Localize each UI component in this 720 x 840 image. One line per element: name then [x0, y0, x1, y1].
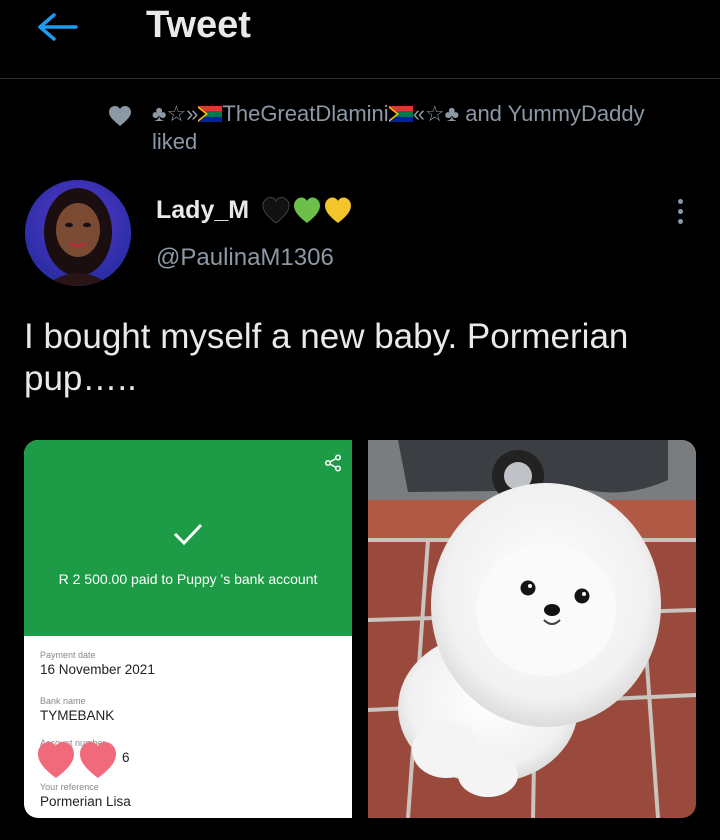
liked-label: liked: [152, 129, 198, 154]
top-bar: Tweet: [0, 0, 720, 79]
tweet-text: I bought myself a new baby. Pormerian pu…: [24, 317, 629, 398]
author-name[interactable]: Lady_M: [156, 196, 249, 225]
reference-value: Pormerian Lisa: [40, 794, 131, 809]
bank-name-value: TYMEBANK: [40, 708, 115, 723]
reference-field: Your reference Pormerian Lisa: [40, 782, 340, 809]
puppy-photo[interactable]: [368, 440, 696, 818]
receipt-image[interactable]: R 2 500.00 paid to Puppy 's bank account…: [24, 440, 352, 818]
heart-icon: [109, 106, 131, 126]
back-arrow-icon[interactable]: [34, 12, 80, 42]
payment-date-field: Payment date 16 November 2021: [40, 650, 340, 677]
reference-label: Your reference: [40, 782, 99, 792]
share-icon: [324, 454, 342, 472]
liked-by-text[interactable]: ♣☆» TheGreatDlamini «☆♣ and YummyDaddy lik…: [152, 100, 692, 156]
paid-amount-text: R 2 500.00 paid to Puppy 's bank account: [58, 571, 318, 587]
hearts-icon: [262, 196, 351, 224]
payment-date-value: 16 November 2021: [40, 662, 155, 677]
account-number-field: Account number 6: [38, 738, 340, 778]
receipt-header: R 2 500.00 paid to Puppy 's bank account: [24, 440, 352, 636]
check-icon: [173, 523, 203, 546]
south-africa-flag-icon: [388, 106, 413, 122]
redaction-hearts-icon: [38, 742, 116, 778]
bank-name-label: Bank name: [40, 696, 86, 706]
more-options-icon[interactable]: [668, 196, 692, 228]
author-hearts: [262, 195, 352, 234]
avatar[interactable]: [25, 180, 131, 286]
avatar-photo: [25, 180, 131, 286]
page-title: Tweet: [146, 4, 251, 46]
pomeranian-image: [368, 440, 696, 818]
author-handle[interactable]: @PaulinaM1306: [156, 244, 334, 272]
payment-date-label: Payment date: [40, 650, 96, 660]
liked-connector: and YummyDaddy: [459, 101, 645, 126]
south-africa-flag-icon: [198, 106, 223, 122]
liked-user-name[interactable]: TheGreatDlamini: [222, 101, 388, 126]
bank-name-field: Bank name TYMEBANK: [40, 696, 340, 723]
liked-user-prefix: ♣☆»: [152, 101, 199, 126]
liked-user-suffix: «☆♣: [412, 101, 460, 126]
